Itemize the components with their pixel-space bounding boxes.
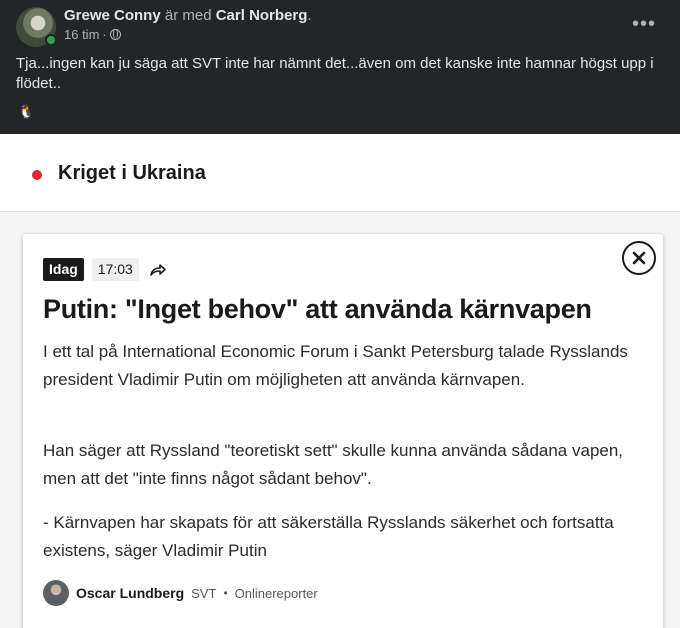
article-paragraph: - Kärnvapen har skapats för att säkerstä… xyxy=(43,513,614,560)
article-paragraph: I ett tal på International Economic Foru… xyxy=(43,342,628,389)
author-org: SVT xyxy=(191,585,217,601)
share-icon[interactable] xyxy=(147,259,169,281)
online-status-icon xyxy=(45,34,57,46)
close-icon xyxy=(632,251,646,265)
facebook-post: Grewe Conny är med Carl Norberg. 16 tim … xyxy=(0,0,680,134)
topic-title[interactable]: Kriget i Ukraina xyxy=(58,162,206,185)
author-name[interactable]: Oscar Lundberg xyxy=(76,585,184,601)
post-headline: Grewe Conny är med Carl Norberg. xyxy=(64,7,312,25)
post-author-link[interactable]: Grewe Conny xyxy=(64,7,161,24)
post-meta: 16 tim · xyxy=(64,27,121,42)
meta-separator: · xyxy=(102,27,107,42)
article-paragraph: Han säger att Ryssland "teoretiskt sett"… xyxy=(43,441,624,488)
article-card: Idag 17:03 Putin: "Inget behov" att anvä… xyxy=(23,234,663,628)
topic-dot-icon xyxy=(32,170,42,180)
headline-period: . xyxy=(307,7,312,24)
penguin-emoji-icon: 🐧 xyxy=(18,104,35,119)
today-badge: Idag xyxy=(43,258,84,281)
article-author: Oscar Lundberg SVT • Onlinereporter xyxy=(43,580,318,606)
author-role: Onlinereporter xyxy=(234,585,318,601)
article-headline[interactable]: Putin: "Inget behov" att använda kärnvap… xyxy=(43,292,643,326)
more-options-button[interactable]: ••• xyxy=(632,14,656,34)
author-separator: • xyxy=(223,586,228,600)
globe-icon[interactable] xyxy=(109,29,121,40)
post-timestamp[interactable]: 16 tim xyxy=(64,27,99,42)
article-time: 17:03 xyxy=(91,258,139,281)
post-text: Tja...ingen kan ju säga att SVT inte har… xyxy=(16,55,654,92)
svt-topic-header: Kriget i Ukraina xyxy=(0,134,680,212)
tagged-person-link[interactable]: Carl Norberg xyxy=(216,7,308,24)
profile-avatar[interactable] xyxy=(16,7,57,47)
article-meta: Idag 17:03 xyxy=(43,258,169,281)
close-button[interactable] xyxy=(622,241,656,275)
with-text: är med xyxy=(164,7,212,24)
more-icon: ••• xyxy=(631,13,656,35)
author-avatar xyxy=(43,580,69,606)
